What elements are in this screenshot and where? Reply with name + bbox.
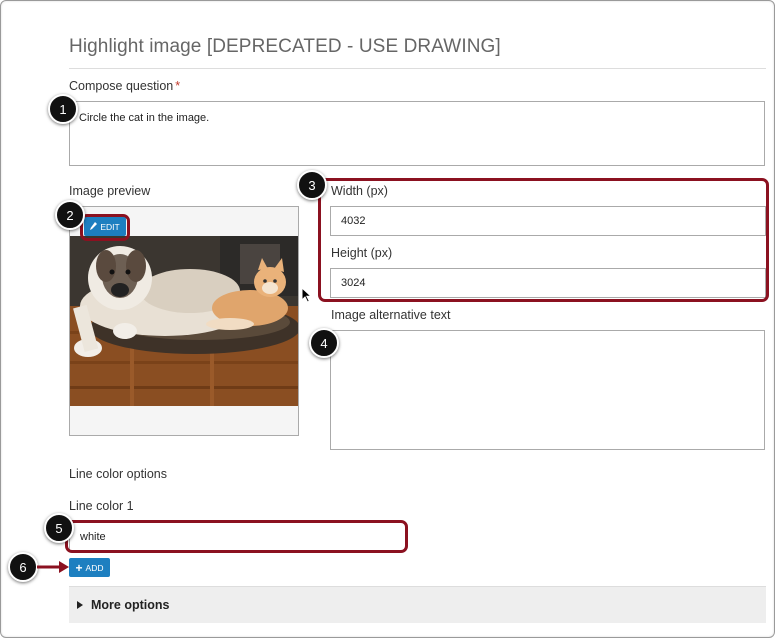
step-badge-5: 5 xyxy=(44,513,74,543)
compose-question-label: Compose question * xyxy=(69,79,180,93)
triangle-right-icon xyxy=(77,601,83,609)
step-badge-6: 6 xyxy=(8,552,38,582)
alt-text-label: Image alternative text xyxy=(331,308,451,322)
line-color-1-value: white xyxy=(80,530,106,543)
title-divider xyxy=(69,68,766,69)
more-options-toggle[interactable]: More options xyxy=(69,586,766,623)
arrow-right-icon xyxy=(37,561,69,573)
height-label: Height (px) xyxy=(331,246,393,260)
plus-icon: + xyxy=(75,560,83,575)
add-button-label: ADD xyxy=(85,562,104,573)
width-label: Width (px) xyxy=(331,184,388,198)
step-badge-2: 2 xyxy=(55,200,85,230)
width-value: 4032 xyxy=(341,215,366,227)
width-input[interactable]: 4032 xyxy=(330,206,766,236)
required-marker: * xyxy=(175,79,181,93)
pencil-icon xyxy=(90,221,98,232)
step-badge-1: 1 xyxy=(48,94,78,124)
line-color-1-input[interactable]: white xyxy=(69,522,406,551)
dog-cat-photo xyxy=(70,236,298,406)
height-input[interactable]: 3024 xyxy=(330,268,766,298)
edit-image-button[interactable]: EDIT xyxy=(84,217,126,236)
alt-text-textarea[interactable] xyxy=(330,330,765,450)
more-options-label: More options xyxy=(91,598,170,612)
step-badge-3: 3 xyxy=(297,170,327,200)
line-color-1-label: Line color 1 xyxy=(69,499,134,513)
compose-question-value: Circle the cat in the image. xyxy=(79,112,210,124)
compose-question-textarea[interactable]: Circle the cat in the image. xyxy=(69,101,765,166)
image-preview-photo xyxy=(70,236,298,406)
line-color-options-label: Line color options xyxy=(69,467,167,481)
image-preview-label: Image preview xyxy=(69,184,151,198)
height-value: 3024 xyxy=(341,277,366,289)
page-title: Highlight image [DEPRECATED - USE DRAWIN… xyxy=(69,36,501,57)
mouse-cursor-icon xyxy=(301,287,312,303)
compose-question-label-text: Compose question xyxy=(69,79,174,93)
step-badge-4: 4 xyxy=(309,328,339,358)
edit-button-label: EDIT xyxy=(100,221,120,232)
add-line-color-button[interactable]: + ADD xyxy=(69,558,110,577)
